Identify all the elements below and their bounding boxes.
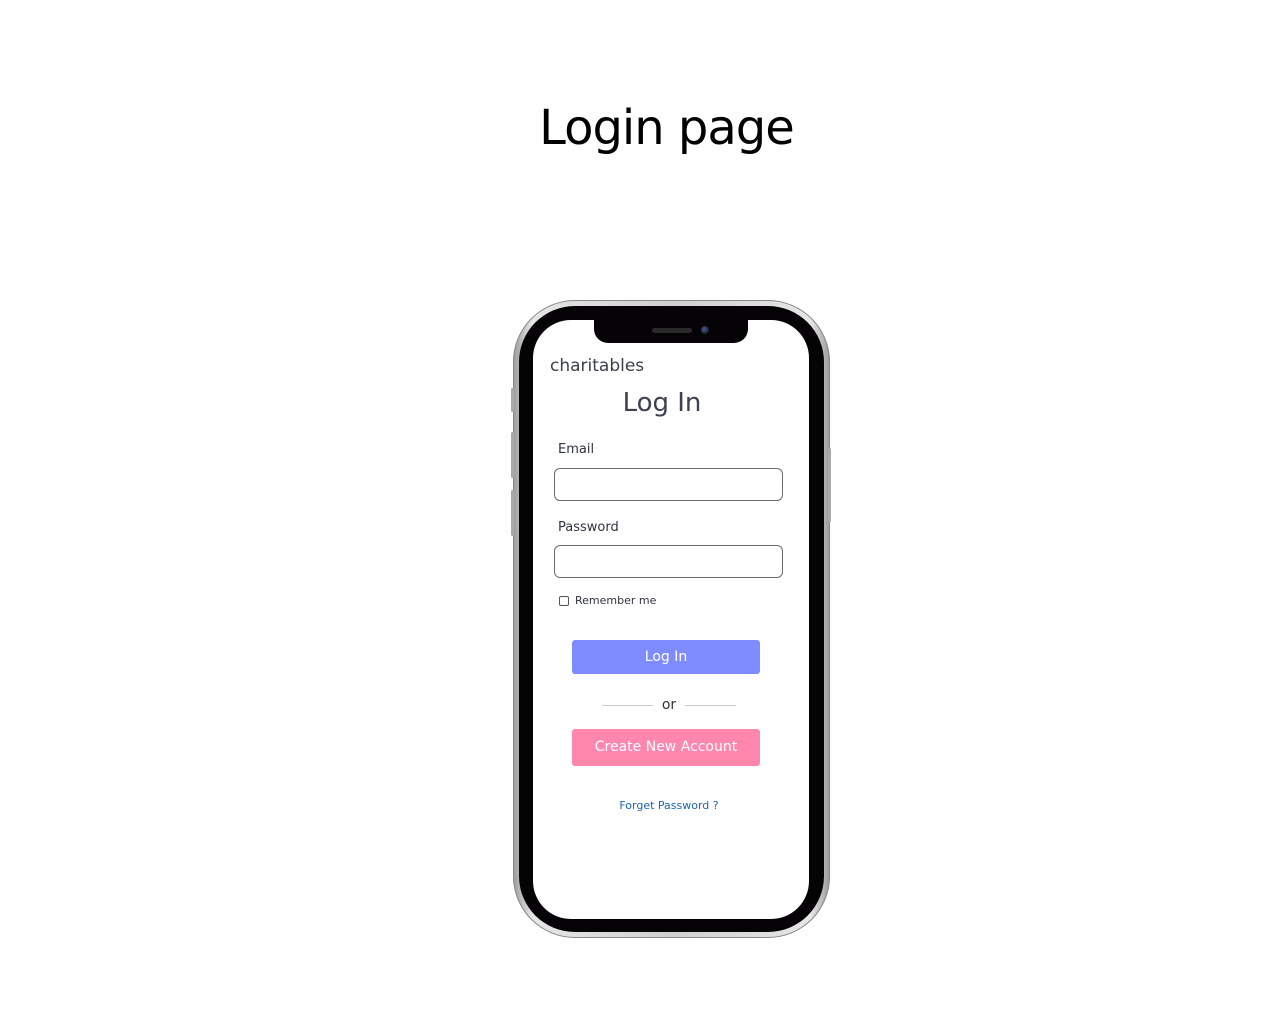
remember-me-label: Remember me	[575, 594, 657, 607]
email-field[interactable]	[554, 468, 783, 501]
password-field[interactable]	[554, 545, 783, 578]
power-button	[828, 448, 831, 522]
divider-or-text: or	[661, 697, 677, 713]
remember-me-checkbox[interactable]	[559, 596, 569, 606]
page-title: Login page	[539, 100, 795, 156]
divider-line-left	[602, 705, 653, 706]
app-brand: charitables	[550, 356, 645, 376]
email-label: Email	[558, 442, 595, 457]
mute-switch	[511, 388, 514, 412]
speaker-icon	[652, 328, 692, 333]
camera-icon	[701, 326, 709, 334]
divider-line-right	[685, 705, 736, 706]
login-button[interactable]: Log In	[572, 640, 760, 674]
forgot-password-link[interactable]: Forget Password ?	[572, 799, 766, 812]
volume-down-button	[511, 490, 514, 536]
create-account-button[interactable]: Create New Account	[572, 729, 760, 766]
password-label: Password	[558, 520, 619, 535]
volume-up-button	[511, 432, 514, 478]
login-heading: Log In	[622, 388, 702, 418]
